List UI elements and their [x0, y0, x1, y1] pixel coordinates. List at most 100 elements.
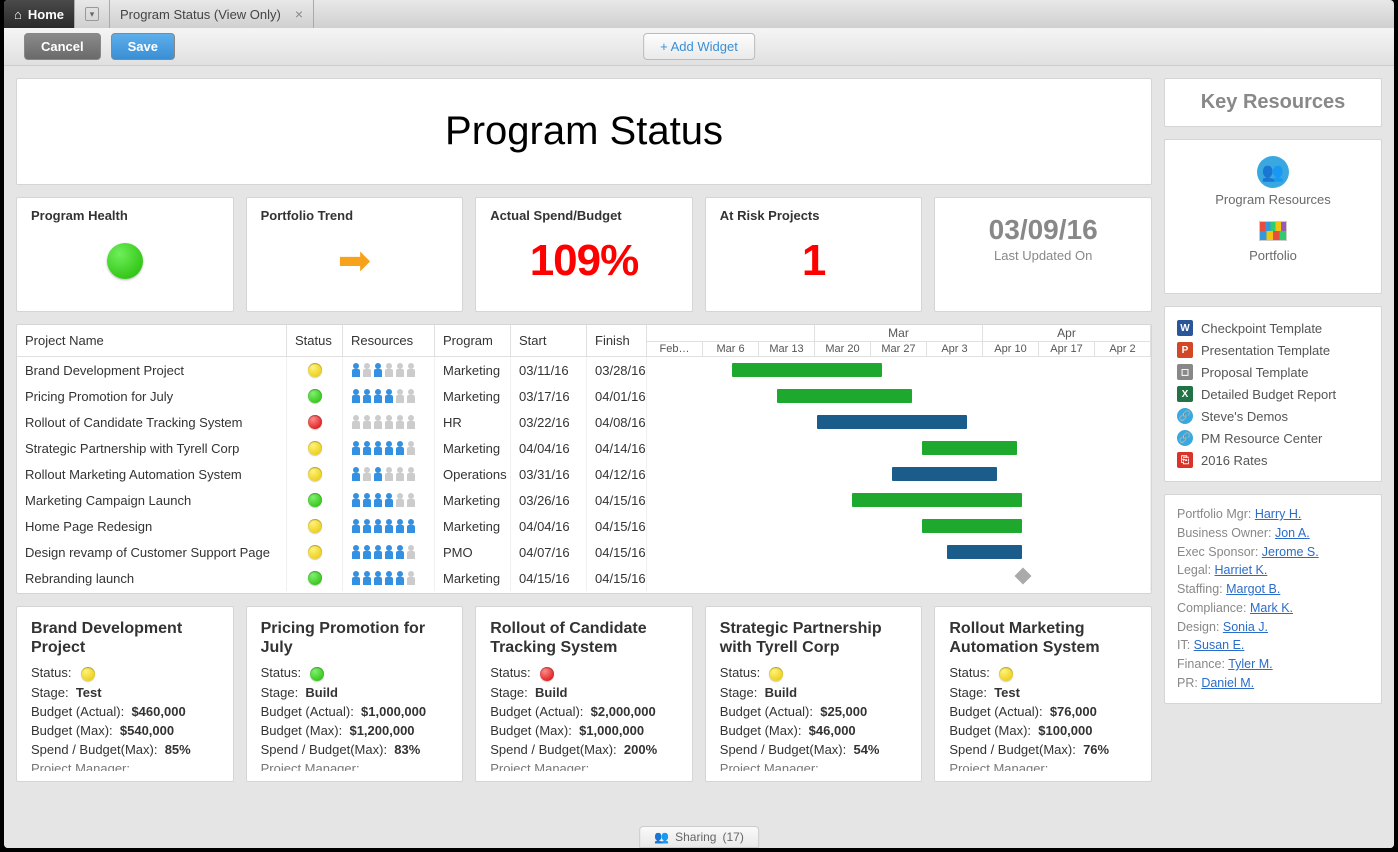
person-icon — [395, 519, 405, 533]
role-person-link[interactable]: Margot B. — [1226, 582, 1280, 596]
cell-program: Marketing — [435, 383, 511, 409]
project-card[interactable]: Strategic Partnership with Tyrell Corp S… — [705, 606, 923, 782]
timeline-week: Apr 3 — [927, 342, 983, 357]
gantt-bar[interactable] — [892, 467, 997, 481]
status-dot-icon — [310, 667, 324, 681]
gantt-bar[interactable] — [817, 415, 967, 429]
gantt-row[interactable]: Rollout Marketing Automation System Oper… — [17, 461, 1151, 487]
col-prog-header[interactable]: Program — [435, 325, 511, 357]
person-icon — [406, 493, 416, 507]
person-icon — [395, 415, 405, 429]
person-icon — [373, 415, 383, 429]
document-link[interactable]: 🔗 Steve's Demos — [1177, 405, 1369, 427]
person-icon — [406, 519, 416, 533]
project-card[interactable]: Rollout of Candidate Tracking System Sta… — [475, 606, 693, 782]
document-link[interactable]: P Presentation Template — [1177, 339, 1369, 361]
document-link[interactable]: 🔗 PM Resource Center — [1177, 427, 1369, 449]
sharing-button[interactable]: 👥 Sharing (17) — [639, 826, 759, 848]
timeline-cell — [647, 565, 1151, 591]
person-icon — [362, 441, 372, 455]
gantt-bar[interactable] — [922, 519, 1022, 533]
trend-arrow-icon: ➡ — [338, 238, 372, 284]
sharing-count: (17) — [722, 830, 743, 844]
cell-finish: 04/15/16 — [587, 539, 647, 565]
gantt-row[interactable]: Marketing Campaign Launch Marketing 03/2… — [17, 487, 1151, 513]
project-card[interactable]: Rollout Marketing Automation System Stat… — [934, 606, 1152, 782]
cell-program: HR — [435, 409, 511, 435]
document-link[interactable]: X Detailed Budget Report — [1177, 383, 1369, 405]
gantt-bar[interactable] — [777, 389, 912, 403]
col-status-header[interactable]: Status — [287, 325, 343, 357]
cell-name: Rebranding launch — [17, 565, 287, 591]
health-indicator-icon — [107, 243, 143, 279]
program-resources-link[interactable]: 👥 Program Resources — [1175, 156, 1371, 207]
key-resources-title: Key Resources — [1164, 78, 1382, 127]
role-person-link[interactable]: Jerome S. — [1262, 545, 1319, 559]
gantt-row[interactable]: Rebranding launch Marketing 04/15/16 04/… — [17, 565, 1151, 591]
col-start-header[interactable]: Start — [511, 325, 587, 357]
file-icon: P — [1177, 342, 1193, 358]
role-person-link[interactable]: Jon A. — [1275, 526, 1310, 540]
cell-finish: 04/12/16 — [587, 461, 647, 487]
tab-home[interactable]: ⌂ Home — [4, 0, 75, 28]
timeline-week: Mar 6 — [703, 342, 759, 357]
roles-list: Portfolio Mgr: Harry H.Business Owner: J… — [1164, 494, 1382, 704]
project-card[interactable]: Pricing Promotion for July Status: Stage… — [246, 606, 464, 782]
gantt-table: Project Name Status Resources Program St… — [16, 324, 1152, 594]
person-icon — [406, 467, 416, 481]
document-link-label: Proposal Template — [1201, 365, 1308, 380]
gantt-row[interactable]: Home Page Redesign Marketing 04/04/16 04… — [17, 513, 1151, 539]
project-card[interactable]: Brand Development Project Status: Stage:… — [16, 606, 234, 782]
role-item: Business Owner: Jon A. — [1177, 524, 1369, 543]
role-person-link[interactable]: Sonia J. — [1223, 620, 1268, 634]
tab-current[interactable]: Program Status (View Only) × — [110, 0, 314, 28]
timeline-week: Mar 20 — [815, 342, 871, 357]
toolbar: Cancel Save + Add Widget — [4, 28, 1394, 66]
portfolio-link[interactable]: Portfolio — [1175, 221, 1371, 263]
timeline-week: Apr 10 — [983, 342, 1039, 357]
timeline-cell — [647, 409, 1151, 435]
timeline-week: Apr 17 — [1039, 342, 1095, 357]
role-person-link[interactable]: Daniel M. — [1201, 676, 1254, 690]
col-finish-header[interactable]: Finish — [587, 325, 647, 357]
cancel-button[interactable]: Cancel — [24, 33, 101, 60]
role-person-link[interactable]: Harriet K. — [1215, 563, 1268, 577]
cell-finish: 04/15/16 — [587, 513, 647, 539]
milestone-icon[interactable] — [1015, 568, 1032, 585]
person-icon — [373, 493, 383, 507]
person-icon — [384, 493, 394, 507]
role-item: IT: Susan E. — [1177, 636, 1369, 655]
kpi-updated-label: Last Updated On — [949, 248, 1137, 263]
add-widget-button[interactable]: + Add Widget — [643, 33, 755, 60]
resources-cell — [351, 389, 416, 403]
gantt-bar[interactable] — [922, 441, 1017, 455]
document-link[interactable]: W Checkpoint Template — [1177, 317, 1369, 339]
tab-dropdown[interactable]: ▾ — [75, 0, 110, 28]
gantt-row[interactable]: Rollout of Candidate Tracking System HR … — [17, 409, 1151, 435]
gantt-row[interactable]: Brand Development Project Marketing 03/1… — [17, 357, 1151, 383]
save-button[interactable]: Save — [111, 33, 175, 60]
kpi-risk-label: At Risk Projects — [720, 208, 908, 223]
portfolio-icon — [1259, 221, 1287, 241]
tab-home-label: Home — [28, 7, 64, 22]
role-person-link[interactable]: Harry H. — [1255, 507, 1302, 521]
person-icon — [373, 571, 383, 585]
gantt-bar[interactable] — [947, 545, 1022, 559]
gantt-row[interactable]: Design revamp of Customer Support Page P… — [17, 539, 1151, 565]
role-person-link[interactable]: Tyler M. — [1228, 657, 1272, 671]
role-person-link[interactable]: Susan E. — [1194, 638, 1245, 652]
col-res-header[interactable]: Resources — [343, 325, 435, 357]
chevron-down-icon: ▾ — [85, 7, 99, 21]
document-link[interactable]: ◻ Proposal Template — [1177, 361, 1369, 383]
person-icon — [362, 571, 372, 585]
gantt-bar[interactable] — [732, 363, 882, 377]
document-link[interactable]: ⎘ 2016 Rates — [1177, 449, 1369, 471]
gantt-bar[interactable] — [852, 493, 1022, 507]
close-icon[interactable]: × — [295, 6, 303, 22]
col-name-header[interactable]: Project Name — [17, 325, 287, 357]
gantt-row[interactable]: Pricing Promotion for July Marketing 03/… — [17, 383, 1151, 409]
role-person-link[interactable]: Mark K. — [1250, 601, 1293, 615]
status-dot-icon — [308, 571, 322, 585]
gantt-row[interactable]: Strategic Partnership with Tyrell Corp M… — [17, 435, 1151, 461]
person-icon — [395, 545, 405, 559]
